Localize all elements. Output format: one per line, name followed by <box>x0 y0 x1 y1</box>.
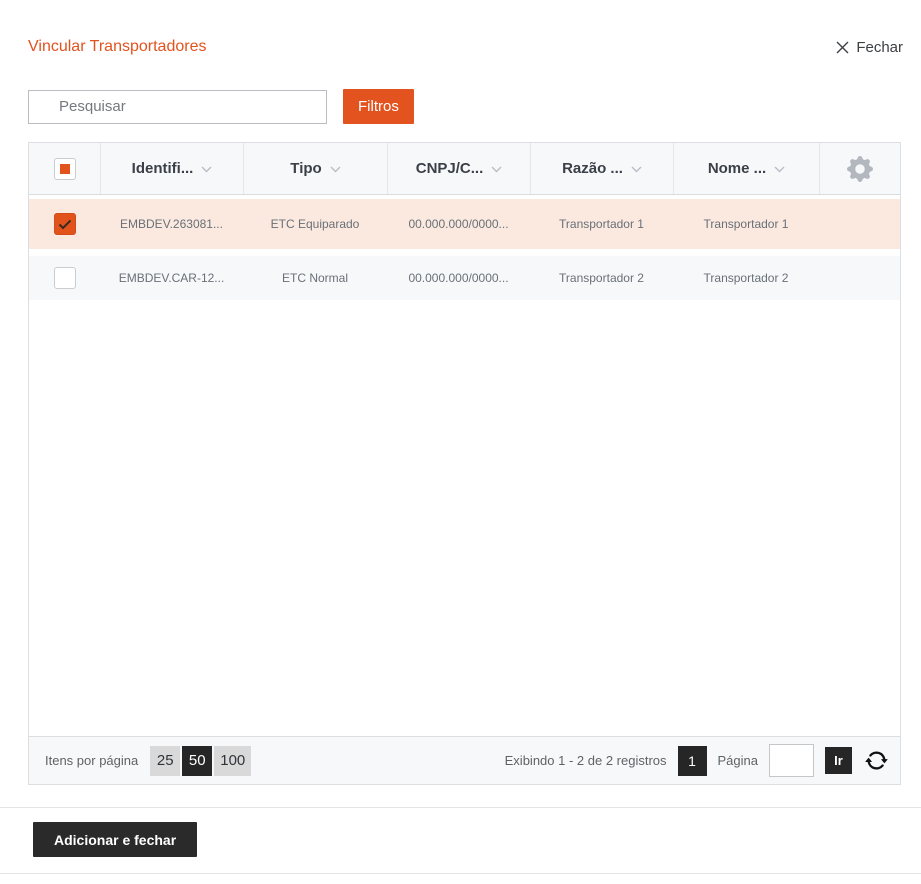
page-size-100-button[interactable]: 100 <box>214 746 251 776</box>
table-row[interactable]: EMBDEV.CAR-12... ETC Normal 00.000.000/0… <box>29 256 900 300</box>
select-all-checkbox[interactable] <box>54 158 76 180</box>
column-label: Tipo <box>290 160 321 177</box>
showing-records-label: Exibindo 1 - 2 de 2 registros <box>505 753 667 768</box>
page-size-group: 25 50 100 <box>150 746 251 776</box>
column-label: Identifi... <box>132 160 194 177</box>
chevron-down-icon <box>330 166 341 173</box>
row-checkbox-cell <box>29 213 100 235</box>
row-checkbox-checked[interactable] <box>54 213 76 235</box>
column-settings-button[interactable] <box>819 143 900 194</box>
page-label: Página <box>718 753 758 768</box>
cell-razao-social: Transportador 1 <box>530 217 673 231</box>
table-row[interactable]: EMBDEV.263081... ETC Equiparado 00.000.0… <box>29 199 900 249</box>
page-size-50-button[interactable]: 50 <box>182 746 212 776</box>
table-body: EMBDEV.263081... ETC Equiparado 00.000.0… <box>29 195 900 300</box>
cell-cnpj: 00.000.000/0000... <box>387 271 530 285</box>
cell-razao-social: Transportador 2 <box>530 271 673 285</box>
column-header-tipo[interactable]: Tipo <box>243 143 387 194</box>
current-page-button[interactable]: 1 <box>678 746 707 776</box>
vincular-transportadores-modal: Vincular Transportadores Fechar Filtros … <box>0 0 921 884</box>
row-checkbox-unchecked[interactable] <box>54 267 76 289</box>
filters-button[interactable]: Filtros <box>343 89 414 124</box>
column-header-razao-social[interactable]: Razão ... <box>530 143 673 194</box>
gear-icon <box>847 156 873 182</box>
select-all-cell <box>29 143 100 194</box>
pagination-right: Exibindo 1 - 2 de 2 registros 1 Página I… <box>505 744 888 777</box>
column-label: Nome ... <box>708 160 766 177</box>
toolbar: Filtros <box>28 89 921 124</box>
pagination-bar: Itens por página 25 50 100 Exibindo 1 - … <box>29 736 900 784</box>
items-per-page-label: Itens por página <box>45 753 138 768</box>
column-label: Razão ... <box>562 160 623 177</box>
divider <box>0 873 921 874</box>
cell-tipo: ETC Normal <box>243 271 387 285</box>
cell-cnpj: 00.000.000/0000... <box>387 217 530 231</box>
go-to-page-button[interactable]: Ir <box>825 747 852 774</box>
table-header-row: Identifi... Tipo CNPJ/C... Razão ... <box>29 143 900 195</box>
indeterminate-mark-icon <box>60 164 70 174</box>
chevron-down-icon <box>491 166 502 173</box>
column-header-identificacao[interactable]: Identifi... <box>100 143 243 194</box>
add-and-close-button[interactable]: Adicionar e fechar <box>33 822 197 857</box>
modal-header: Vincular Transportadores Fechar <box>0 0 921 56</box>
search-input[interactable] <box>28 90 327 124</box>
refresh-button[interactable] <box>865 749 888 772</box>
column-label: CNPJ/C... <box>416 160 484 177</box>
page-size-25-button[interactable]: 25 <box>150 746 180 776</box>
bottom-action-bar: Adicionar e fechar <box>0 808 921 873</box>
cell-tipo: ETC Equiparado <box>243 217 387 231</box>
cell-identificacao: EMBDEV.CAR-12... <box>100 271 243 285</box>
close-icon <box>836 41 849 54</box>
column-header-nome[interactable]: Nome ... <box>673 143 819 194</box>
chevron-down-icon <box>201 166 212 173</box>
page-number-input[interactable] <box>769 744 814 777</box>
cell-nome: Transportador 1 <box>673 217 819 231</box>
page-title: Vincular Transportadores <box>28 38 206 56</box>
cell-nome: Transportador 2 <box>673 271 819 285</box>
column-header-cnpj[interactable]: CNPJ/C... <box>387 143 530 194</box>
carriers-table: Identifi... Tipo CNPJ/C... Razão ... <box>28 142 901 785</box>
chevron-down-icon <box>774 166 785 173</box>
close-label: Fechar <box>856 39 903 56</box>
refresh-icon <box>865 749 888 772</box>
table-empty-area <box>29 300 900 736</box>
close-button[interactable]: Fechar <box>836 39 903 56</box>
chevron-down-icon <box>631 166 642 173</box>
cell-identificacao: EMBDEV.263081... <box>100 217 243 231</box>
row-checkbox-cell <box>29 267 100 289</box>
